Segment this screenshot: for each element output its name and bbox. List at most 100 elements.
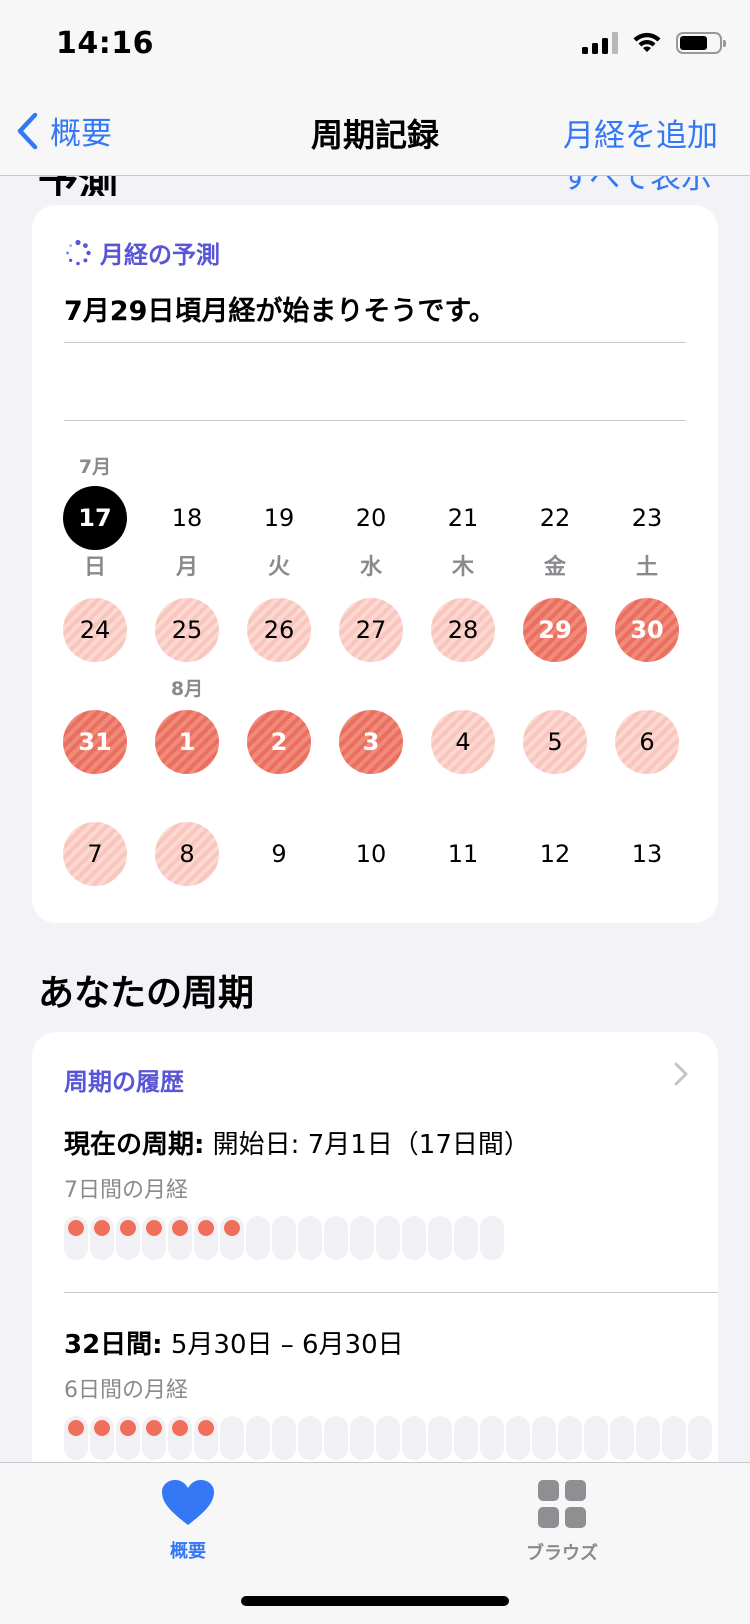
divider [64, 1292, 718, 1293]
prediction-headline: 7月29日頃月経が始まりそうです。 [64, 296, 496, 327]
cycle-day-bar [90, 1216, 114, 1260]
month-label-july: 7月 [78, 456, 112, 478]
calendar-day[interactable]: 19 [247, 486, 311, 550]
calendar-day[interactable]: 29 [523, 598, 587, 662]
calendar-day[interactable]: 24 [63, 598, 127, 662]
cycle-day-bar [324, 1416, 348, 1460]
tab-summary[interactable]: 概要 [118, 1479, 258, 1563]
battery-icon [676, 32, 726, 54]
current-cycle-value: 開始日: 7月1日（17日間） [212, 1130, 530, 1160]
calendar-day[interactable]: 6 [615, 710, 679, 774]
cycle-day-bar [64, 1216, 88, 1260]
previous-cycle-bars [64, 1416, 712, 1460]
cycle-day-bar [532, 1416, 556, 1460]
cycle-day-bar [506, 1416, 530, 1460]
navigation-bar: 概要 周期記録 月経を追加 [0, 96, 750, 176]
calendar-day[interactable]: 21 [431, 486, 495, 550]
cycle-day-bar [324, 1216, 348, 1260]
calendar-day[interactable]: 11 [431, 822, 495, 886]
calendar-day[interactable]: 13 [615, 822, 679, 886]
cycle-day-bar [116, 1216, 140, 1260]
calendar-day[interactable]: 1 [155, 710, 219, 774]
weekday-label: 日 [83, 555, 106, 580]
cycle-day-bar [428, 1416, 452, 1460]
calendar-day[interactable]: 17 [63, 486, 127, 550]
cycle-day-bar [246, 1216, 270, 1260]
cycle-day-bar [194, 1416, 218, 1460]
cycle-day-bar [454, 1216, 478, 1260]
calendar-day[interactable]: 22 [523, 486, 587, 550]
cycle-day-bar [376, 1416, 400, 1460]
cycle-day-bar [168, 1416, 192, 1460]
calendar-day[interactable]: 9 [247, 822, 311, 886]
calendar-day[interactable]: 28 [431, 598, 495, 662]
calendar-day[interactable]: 26 [247, 598, 311, 662]
cycle-day-bar [480, 1416, 504, 1460]
loading-dots-icon [66, 239, 91, 265]
cycle-day-bar [116, 1416, 140, 1460]
cycle-day-bar [376, 1216, 400, 1260]
calendar-day[interactable]: 20 [339, 486, 403, 550]
cycle-day-bar [584, 1416, 608, 1460]
prediction-header-label: 月経の予測 [100, 241, 220, 269]
current-cycle-bars [64, 1216, 504, 1260]
cycles-section-title: あなたの周期 [38, 973, 255, 1014]
calendar-day[interactable]: 8 [155, 822, 219, 886]
current-cycle-line: 現在の周期: 開始日: 7月1日（17日間） [64, 1124, 530, 1161]
calendar-day[interactable]: 4 [431, 710, 495, 774]
cycle-day-bar [402, 1216, 426, 1260]
calendar-day[interactable]: 18 [155, 486, 219, 550]
weekday-label: 火 [267, 555, 290, 580]
weekday-label: 水 [359, 555, 382, 580]
home-indicator [241, 1596, 509, 1606]
add-period-button[interactable]: 月経を追加 [563, 110, 718, 155]
cycle-day-bar [688, 1416, 712, 1460]
cycle-day-bar [220, 1216, 244, 1260]
calendar-day[interactable]: 5 [523, 710, 587, 774]
divider [64, 342, 686, 343]
cycle-day-bar [402, 1416, 426, 1460]
calendar-day[interactable]: 7 [63, 822, 127, 886]
cycle-day-bar [90, 1416, 114, 1460]
current-cycle-sub: 7日間の月経 [64, 1178, 188, 1203]
cycle-day-bar [168, 1216, 192, 1260]
cycle-day-bar [142, 1216, 166, 1260]
back-label: 概要 [50, 116, 112, 152]
previous-cycle-line: 32日間: 5月30日 – 6月30日 [64, 1324, 404, 1361]
calendar-day[interactable]: 31 [63, 710, 127, 774]
month-label-august: 8月 [170, 678, 204, 700]
cycle-day-bar [272, 1216, 296, 1260]
calendar-day[interactable]: 2 [247, 710, 311, 774]
calendar-day[interactable]: 10 [339, 822, 403, 886]
cycle-day-bar [428, 1216, 452, 1260]
weekday-label: 土 [635, 555, 658, 580]
cycle-day-bar [220, 1416, 244, 1460]
cycle-history-card[interactable]: 周期の履歴 現在の周期: 開始日: 7月1日（17日間） 7日間の月経 32日間… [32, 1032, 718, 1472]
calendar-day[interactable]: 23 [615, 486, 679, 550]
cycle-day-bar [246, 1416, 270, 1460]
calendar-day[interactable]: 27 [339, 598, 403, 662]
cycle-day-bar [610, 1416, 634, 1460]
status-time: 14:16 [56, 26, 154, 61]
weekday-label: 木 [451, 555, 474, 580]
cellular-signal-icon [582, 32, 618, 54]
cycle-day-bar [298, 1416, 322, 1460]
back-button[interactable]: 概要 [16, 108, 112, 153]
cycle-day-bar [142, 1416, 166, 1460]
calendar-day[interactable]: 25 [155, 598, 219, 662]
tab-browse[interactable]: ブラウズ [492, 1479, 632, 1565]
wifi-icon [633, 32, 661, 52]
prediction-header: 月経の予測 [64, 235, 220, 270]
grid-icon [538, 1480, 586, 1528]
tab-browse-label: ブラウズ [526, 1543, 598, 1564]
chevron-right-icon [674, 1062, 688, 1086]
cycle-day-bar [194, 1216, 218, 1260]
calendar-day[interactable]: 30 [615, 598, 679, 662]
cycle-day-bar [454, 1416, 478, 1460]
calendar-day[interactable]: 12 [523, 822, 587, 886]
weekday-label: 金 [543, 555, 566, 580]
calendar-day[interactable]: 3 [339, 710, 403, 774]
cycle-day-bar [480, 1216, 504, 1260]
cycle-day-bar [272, 1416, 296, 1460]
divider [64, 420, 686, 421]
